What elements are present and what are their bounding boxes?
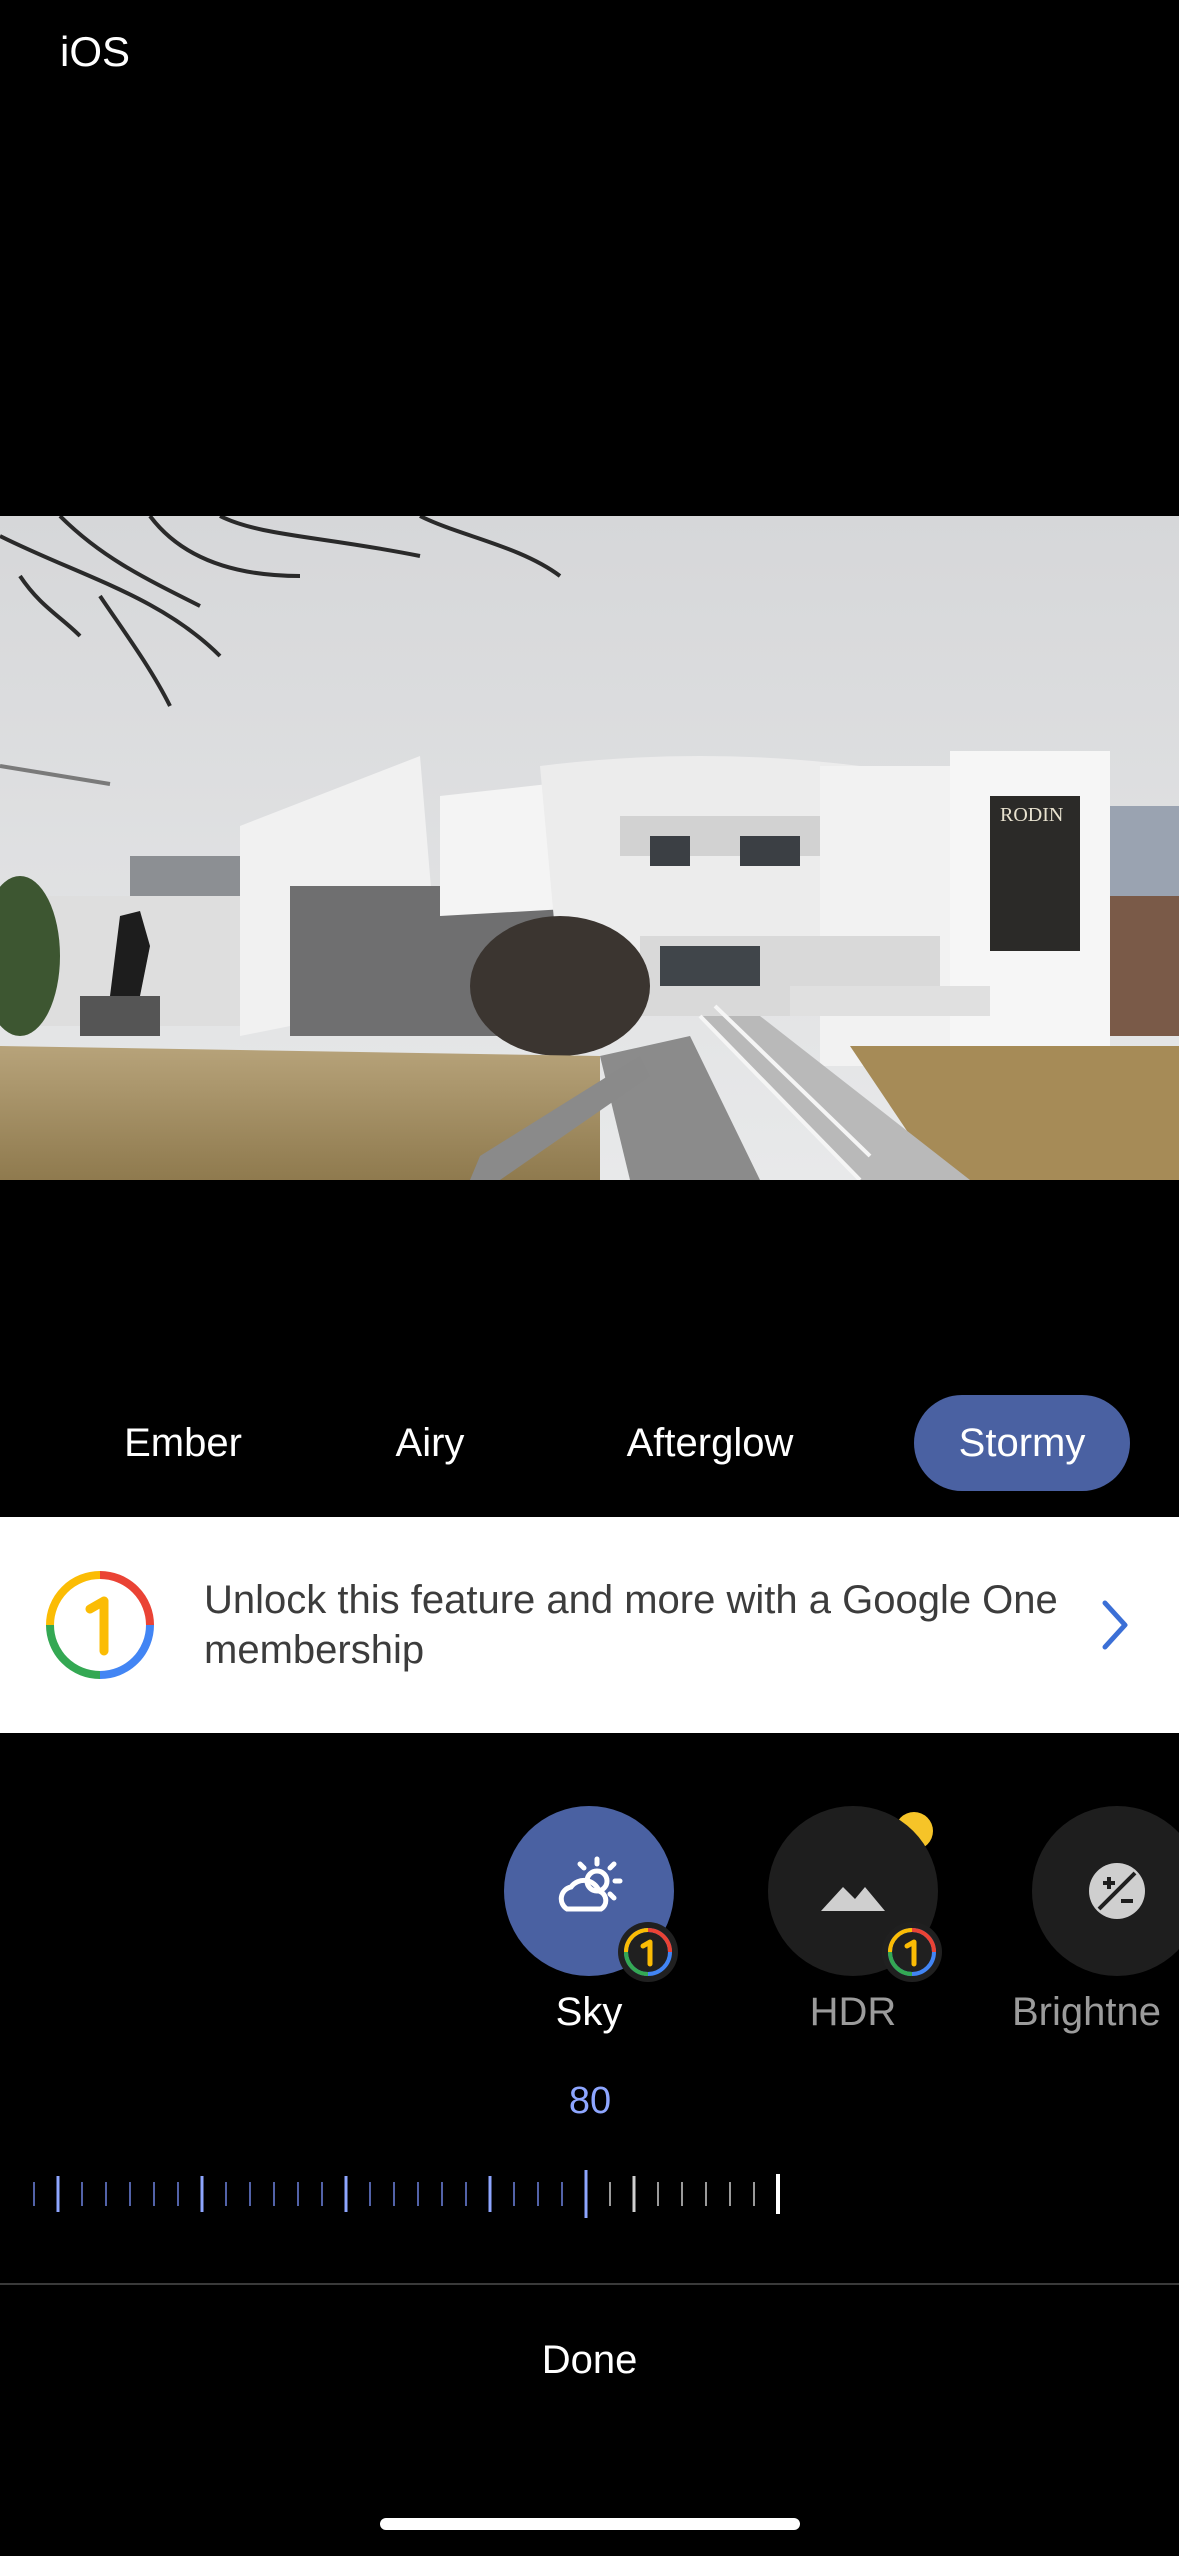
poster-text: RODIN: [1000, 804, 1063, 826]
mountain-icon: [821, 1887, 885, 1911]
photo-preview[interactable]: RODIN: [0, 516, 1179, 1180]
brightness-icon: [1089, 1863, 1145, 1919]
hdr-tool-label: HDR: [809, 1990, 897, 2034]
museum-photo: RODIN: [0, 516, 1179, 1180]
sky-tool-button[interactable]: [504, 1806, 678, 1982]
google-one-upsell-banner[interactable]: Unlock this feature and more with a Goog…: [0, 1517, 1179, 1733]
google-one-badge-icon: [882, 1922, 942, 1982]
brightness-tool-label: Brightne: [1012, 1990, 1161, 2034]
brightness-tool-button[interactable]: [1032, 1806, 1179, 1976]
done-button[interactable]: Done: [0, 2338, 1179, 2383]
intensity-slider[interactable]: [0, 2170, 1179, 2218]
slider-value: 80: [568, 2080, 612, 2122]
sky-tool-label: Sky: [555, 1990, 623, 2034]
sky-icon: [558, 1856, 623, 1912]
chevron-right-icon: [1102, 1600, 1128, 1650]
sky-style-picker: Ember Airy Afterglow Stormy: [0, 1395, 1179, 1495]
google-one-badge-icon: [618, 1922, 678, 1982]
style-chip-stormy[interactable]: Stormy: [914, 1395, 1130, 1491]
status-label: iOS: [60, 28, 131, 75]
divider: [0, 2283, 1179, 2285]
google-one-logo-icon: [46, 1571, 154, 1679]
style-chip-afterglow[interactable]: Afterglow: [590, 1395, 830, 1491]
style-chip-airy[interactable]: Airy: [350, 1395, 510, 1491]
style-chip-ember[interactable]: Ember: [88, 1395, 278, 1491]
home-indicator: [380, 2518, 800, 2530]
upsell-text: Unlock this feature and more with a Goog…: [204, 1578, 1058, 1672]
hdr-tool-button[interactable]: [768, 1806, 942, 1982]
